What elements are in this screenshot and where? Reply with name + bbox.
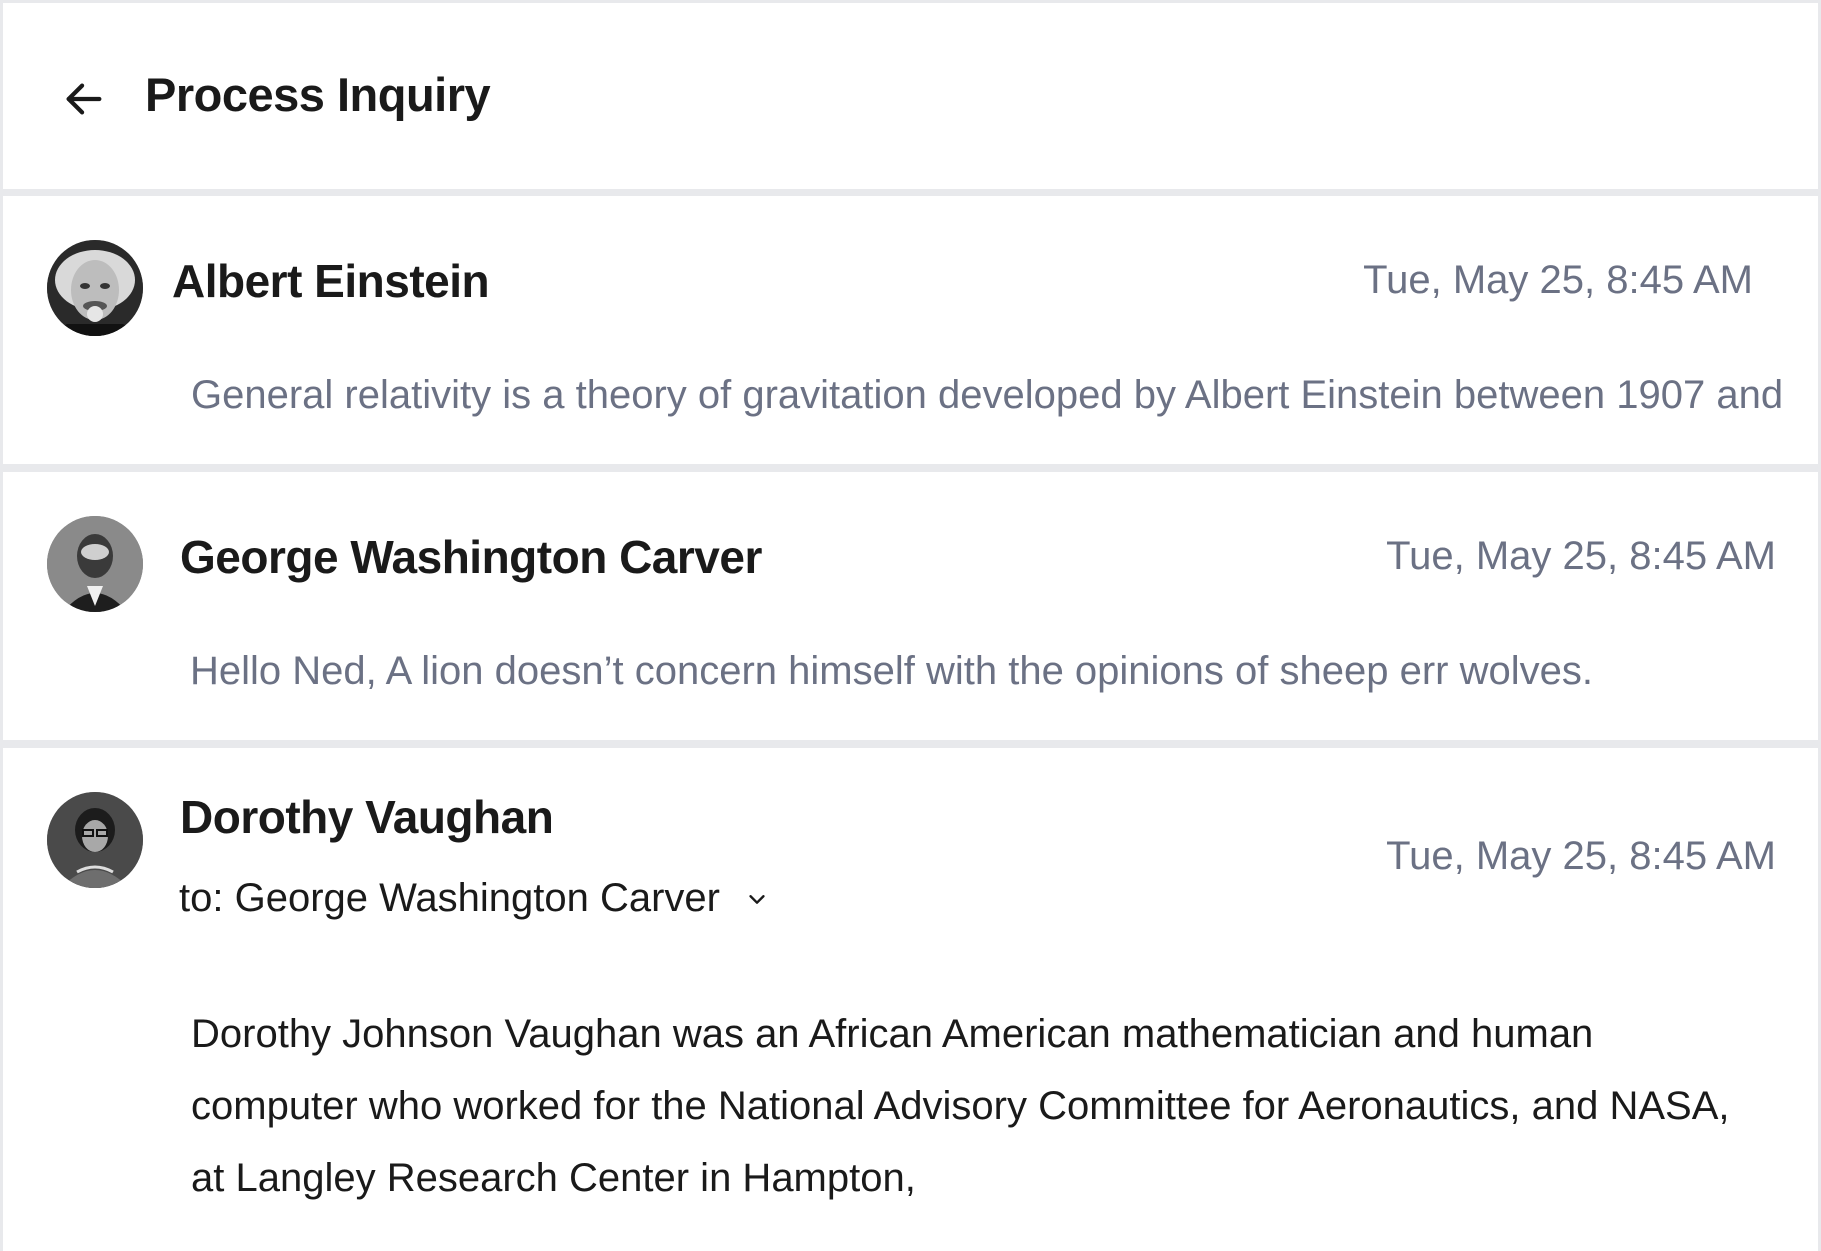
message-item-expanded[interactable]: Dorothy Vaughan to: George Washington Ca…	[3, 748, 1818, 1251]
chevron-down-icon	[746, 888, 768, 910]
message-preview: Hello Ned, A lion doesn’t concern himsel…	[190, 649, 1593, 693]
message-timestamp: Tue, May 25, 8:45 AM	[1363, 258, 1753, 302]
avatar	[47, 516, 143, 612]
recipient-toggle[interactable]: to: George Washington Carver	[179, 876, 768, 921]
inquiry-thread-view: Process Inquiry Albert Einstein Tue, May…	[0, 0, 1821, 1251]
avatar	[47, 240, 143, 336]
page-header: Process Inquiry	[3, 3, 1818, 189]
message-timestamp: Tue, May 25, 8:45 AM	[1386, 834, 1776, 878]
message-body: Dorothy Johnson Vaughan was an African A…	[191, 1012, 1730, 1200]
recipient-label: to: George Washington Carver	[179, 876, 720, 920]
sender-name: Albert Einstein	[172, 255, 490, 307]
page-title: Process Inquiry	[145, 68, 491, 121]
message-item[interactable]: Albert Einstein Tue, May 25, 8:45 AM Gen…	[3, 196, 1818, 464]
avatar	[47, 792, 143, 888]
sender-name: George Washington Carver	[180, 531, 762, 583]
message-timestamp: Tue, May 25, 8:45 AM	[1386, 534, 1776, 578]
message-item[interactable]: George Washington Carver Tue, May 25, 8:…	[3, 472, 1818, 740]
arrow-left-icon	[66, 83, 102, 115]
back-button[interactable]	[58, 73, 110, 125]
sender-name: Dorothy Vaughan	[180, 791, 554, 843]
message-preview: General relativity is a theory of gravit…	[191, 373, 1784, 417]
